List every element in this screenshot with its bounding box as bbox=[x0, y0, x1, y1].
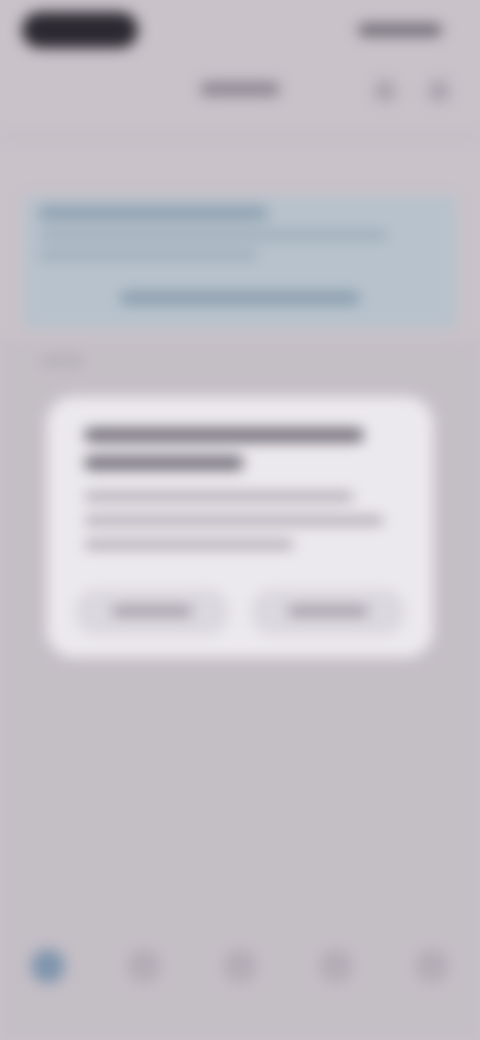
tab-search[interactable] bbox=[124, 946, 164, 986]
dialog-message bbox=[84, 516, 384, 525]
page-title bbox=[200, 82, 280, 96]
dynamic-island bbox=[22, 12, 138, 48]
confirmation-dialog bbox=[48, 398, 432, 656]
button-label bbox=[288, 607, 368, 615]
status-bar bbox=[0, 0, 480, 62]
info-banner bbox=[24, 196, 456, 328]
bottom-tab-bar bbox=[0, 930, 480, 1000]
more-icon[interactable] bbox=[428, 80, 450, 102]
share-icon[interactable] bbox=[374, 80, 396, 102]
status-icons bbox=[358, 24, 442, 36]
profile-icon bbox=[415, 949, 449, 983]
tab-add[interactable] bbox=[220, 946, 260, 986]
dialog-primary-button[interactable] bbox=[252, 590, 404, 634]
home-icon bbox=[31, 949, 65, 983]
app-screen bbox=[0, 0, 480, 1040]
dialog-title bbox=[84, 456, 244, 470]
banner-link[interactable] bbox=[120, 292, 360, 304]
tab-profile[interactable] bbox=[412, 946, 452, 986]
add-icon bbox=[223, 949, 257, 983]
tab-home[interactable] bbox=[28, 946, 68, 986]
banner-heading bbox=[38, 206, 268, 220]
dialog-message bbox=[84, 492, 354, 501]
search-icon bbox=[127, 949, 161, 983]
app-header bbox=[0, 62, 480, 138]
banner-text bbox=[38, 250, 258, 260]
activity-icon bbox=[319, 949, 353, 983]
banner-text bbox=[38, 230, 388, 240]
dialog-message bbox=[84, 540, 294, 549]
dialog-secondary-button[interactable] bbox=[76, 590, 228, 634]
button-label bbox=[112, 607, 192, 615]
tab-activity[interactable] bbox=[316, 946, 356, 986]
dialog-title bbox=[84, 428, 364, 442]
